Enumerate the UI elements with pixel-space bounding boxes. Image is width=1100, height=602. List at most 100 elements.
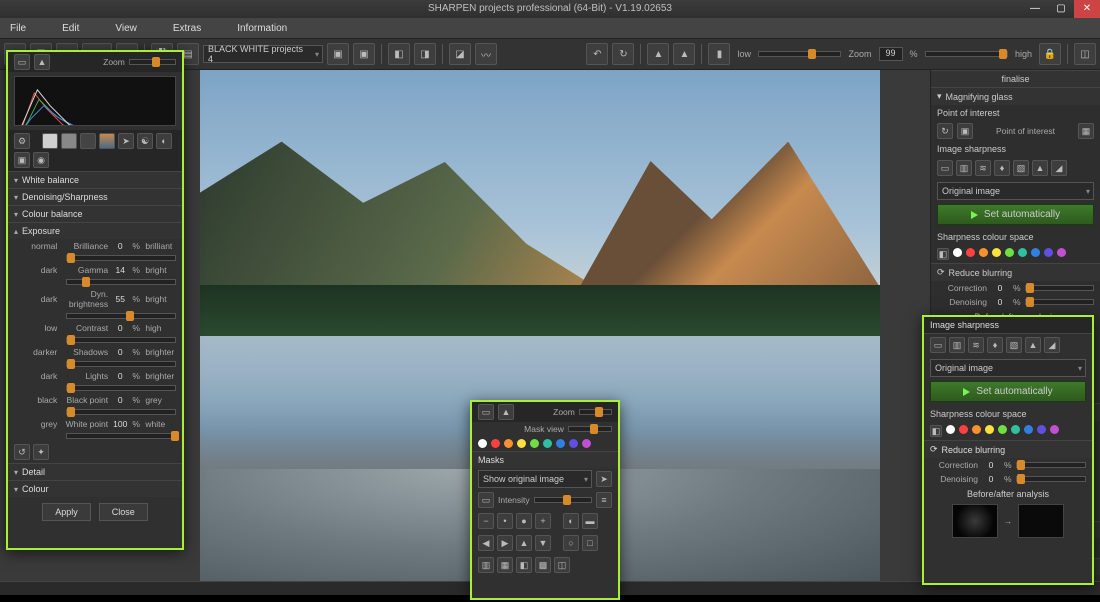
mask-zoom-slider[interactable] (579, 409, 612, 415)
menu-file[interactable]: File (10, 23, 26, 34)
zoom-slider-low[interactable] (758, 51, 841, 57)
cspace-teal[interactable] (1018, 248, 1027, 257)
mask-circle-icon[interactable]: ○ (563, 535, 579, 551)
mode-fx2-icon[interactable]: ◐ (156, 133, 172, 149)
mode-mask-icon[interactable]: ◉ (33, 152, 49, 168)
zoom-slider-high[interactable] (925, 51, 1008, 57)
fd-red[interactable] (959, 425, 968, 434)
menu-edit[interactable]: Edit (62, 23, 79, 34)
mc-white[interactable] (478, 439, 487, 448)
correction-slider[interactable] (1025, 285, 1094, 291)
float-after-thumb[interactable] (1018, 504, 1064, 538)
float-before-thumb[interactable] (952, 504, 998, 538)
ft3-icon[interactable]: ≋ (968, 337, 984, 353)
histogram-icon[interactable]: ◪ (449, 43, 471, 65)
ft1-icon[interactable]: ▭ (930, 337, 946, 353)
tool5-icon[interactable]: ▧ (1013, 160, 1029, 176)
mask-invert-icon[interactable]: ◐ (563, 513, 579, 529)
ft4-icon[interactable]: ♦ (987, 337, 1003, 353)
brush-sub-icon[interactable]: − (478, 513, 494, 529)
mask-view-slider[interactable] (568, 426, 612, 432)
float-reduce[interactable]: ⟳Reduce blurring (924, 440, 1092, 458)
mc-yellow[interactable] (517, 439, 526, 448)
cspace-toggle-icon[interactable]: ◧ (937, 248, 949, 260)
mc-green[interactable] (530, 439, 539, 448)
flip-icon[interactable]: ▲ (34, 54, 50, 70)
mask-refresh-icon[interactable]: ➤ (596, 471, 612, 487)
ft7-icon[interactable]: ◢ (1044, 337, 1060, 353)
wp-slider[interactable] (66, 433, 176, 439)
minimize-button[interactable]: — (1022, 0, 1048, 18)
fd-orange[interactable] (972, 425, 981, 434)
fd-white[interactable] (946, 425, 955, 434)
fd-yellow[interactable] (985, 425, 994, 434)
float-mode-combo[interactable]: Original image (930, 359, 1086, 377)
compare2-icon[interactable]: ◨ (414, 43, 436, 65)
zoom-value[interactable]: 99 (879, 47, 903, 61)
reset-icon[interactable]: ↺ (14, 444, 30, 460)
flip-h-icon[interactable]: ▲ (647, 43, 669, 65)
mode-cam-icon[interactable]: ▣ (14, 152, 30, 168)
tool2-icon[interactable]: ▥ (956, 160, 972, 176)
compare-icon[interactable]: ◧ (388, 43, 410, 65)
magnify-section[interactable]: ▾Magnifying glass (931, 87, 1100, 105)
mc-orange[interactable] (504, 439, 513, 448)
mode-dark-icon[interactable] (80, 133, 96, 149)
export1-icon[interactable]: ▣ (327, 43, 349, 65)
curve-icon[interactable]: 〰 (475, 43, 497, 65)
cspace-red[interactable] (966, 248, 975, 257)
cspace-yellow[interactable] (992, 248, 1001, 257)
ft6-icon[interactable]: ▲ (1025, 337, 1041, 353)
lights-slider[interactable] (66, 385, 176, 391)
mt3-icon[interactable]: ◧ (516, 557, 532, 573)
mask-enable-icon[interactable]: ▭ (478, 492, 494, 508)
close-button[interactable]: ✕ (1074, 0, 1100, 18)
mask-left-icon[interactable]: ◀ (478, 535, 494, 551)
set-auto-button[interactable]: Set automatically (937, 204, 1094, 225)
cspace-blue[interactable] (1031, 248, 1040, 257)
left-zoom-slider[interactable] (129, 59, 176, 65)
mt1-icon[interactable]: ▥ (478, 557, 494, 573)
mask-square-icon[interactable]: □ (582, 535, 598, 551)
cb-section[interactable]: ▾Colour balance (8, 205, 182, 222)
brilliance-slider[interactable] (66, 255, 176, 261)
menu-extras[interactable]: Extras (173, 23, 201, 34)
fd-indigo[interactable] (1037, 425, 1046, 434)
shadows-slider[interactable] (66, 361, 176, 367)
ft5-icon[interactable]: ▧ (1006, 337, 1022, 353)
mode-mid-icon[interactable] (61, 133, 77, 149)
wb-section[interactable]: ▾White balance (8, 171, 182, 188)
mc-violet[interactable] (582, 439, 591, 448)
float-correction-slider[interactable] (1016, 462, 1086, 468)
redo-icon[interactable]: ↻ (612, 43, 634, 65)
cspace-violet[interactable] (1057, 248, 1066, 257)
close-panel-button[interactable]: Close (99, 503, 148, 521)
contrast-slider[interactable] (66, 337, 176, 343)
mc-red[interactable] (491, 439, 500, 448)
mask-show-combo[interactable]: Show original image (478, 470, 592, 488)
preset-combo[interactable]: BLACK WHITE projects 4 (203, 45, 323, 63)
bp-slider[interactable] (66, 409, 176, 415)
maximize-button[interactable]: ▢ (1048, 0, 1074, 18)
dns-section[interactable]: ▾Denoising/Sharpness (8, 188, 182, 205)
fd-green[interactable] (998, 425, 1007, 434)
lock-icon[interactable]: 🔒 (1039, 43, 1061, 65)
fd-violet[interactable] (1050, 425, 1059, 434)
brush-add-icon[interactable]: + (535, 513, 551, 529)
float-denoise-slider[interactable] (1016, 476, 1086, 482)
undo-icon[interactable]: ↶ (586, 43, 608, 65)
colour-section[interactable]: ▾Colour (8, 480, 182, 497)
mask-stepper-icon[interactable]: ≡ (596, 492, 612, 508)
camera-icon[interactable]: ▮ (708, 43, 730, 65)
mask-intensity-slider[interactable] (534, 497, 592, 503)
menu-view[interactable]: View (115, 23, 137, 34)
reduce-section[interactable]: ⟳Reduce blurring (931, 263, 1100, 281)
mask-down-icon[interactable]: ▼ (535, 535, 551, 551)
mt4-icon[interactable]: ▩ (535, 557, 551, 573)
cspace-green[interactable] (1005, 248, 1014, 257)
target-icon[interactable]: ▣ (957, 123, 973, 139)
mode-arrow-icon[interactable]: ➤ (118, 133, 134, 149)
mask-preview-icon[interactable]: ▭ (478, 404, 494, 420)
ft2-icon[interactable]: ▥ (949, 337, 965, 353)
finalise-button[interactable]: finalise (931, 70, 1100, 87)
